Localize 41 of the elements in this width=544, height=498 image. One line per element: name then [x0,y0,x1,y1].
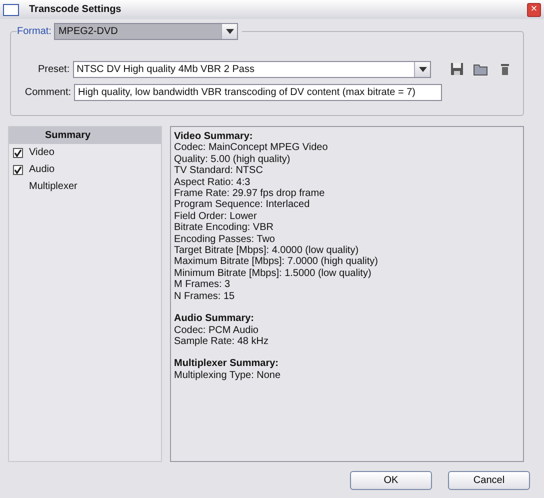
summary-line: Frame Rate: 29.97 fps drop frame [174,188,326,200]
checkbox[interactable] [13,164,23,174]
summary-line: Aspect Ratio: 4:3 [174,176,252,188]
comment-field[interactable]: High quality, low bandwidth VBR transcoding of DV content (max bitrate = 7) [74,84,442,101]
checkbox[interactable] [13,148,23,158]
sidebar-item[interactable]: Video [9,144,161,161]
caret-icon [226,29,234,34]
format-label: Format: [17,25,52,39]
summary-line: Codec: MainConcept MPEG Video [174,142,329,154]
trash-can-icon [500,62,510,76]
cancel-button[interactable]: Cancel [448,471,530,490]
summary-line: Multiplexing Type: None [174,370,282,382]
summary-line: Sample Rate: 48 kHz [174,336,270,348]
section-heading: Video Summary: [174,131,254,142]
summary-line: Codec: PCM Audio [174,324,260,336]
summary-line: Minimum Bitrate [Mbps]: 1.5000 (low quality) [174,268,372,280]
sidebar-item[interactable]: Summary [9,127,161,144]
summary-line: Quality: 5.00 (high quality) [174,154,292,166]
section-heading: Audio Summary: [174,313,256,324]
folder-icon [473,62,489,76]
preset-label: Preset: [36,62,70,76]
summary-line: Bitrate Encoding: VBR [174,222,274,234]
summary-line: M Frames: 3 [174,279,232,291]
summary-line: Encoding Passes: Two [174,234,276,246]
sidebar-item[interactable]: Audio [9,161,161,178]
summary-line: Maximum Bitrate [Mbps]: 7.0000 (high quality) [174,256,379,268]
comment-label: Comment: [24,86,71,100]
summary-line: Field Order: Lower [174,210,258,222]
summary-line: Target Bitrate [Mbps]: 4.0000 (low quality) [174,245,360,256]
window-icon [3,4,19,16]
caret-icon [418,66,426,72]
summary-line: Program Sequence: Interlaced [174,199,311,211]
window-title: Transcode Settings [29,3,122,17]
summary-line: N Frames: 15 [174,290,236,302]
preset-dropdown[interactable]: NTSC DV High quality 4Mb VBR 2 Pass [72,60,431,78]
summary-line: TV Standard: NTSC [174,165,264,177]
sidebar-item[interactable]: Multiplexer [9,178,161,195]
format-dropdown[interactable]: MPEG2-DVD [54,23,238,40]
ok-button[interactable]: OK [350,471,432,490]
close-button[interactable]: × [527,2,541,16]
section-heading: Multiplexer Summary: [174,358,280,370]
